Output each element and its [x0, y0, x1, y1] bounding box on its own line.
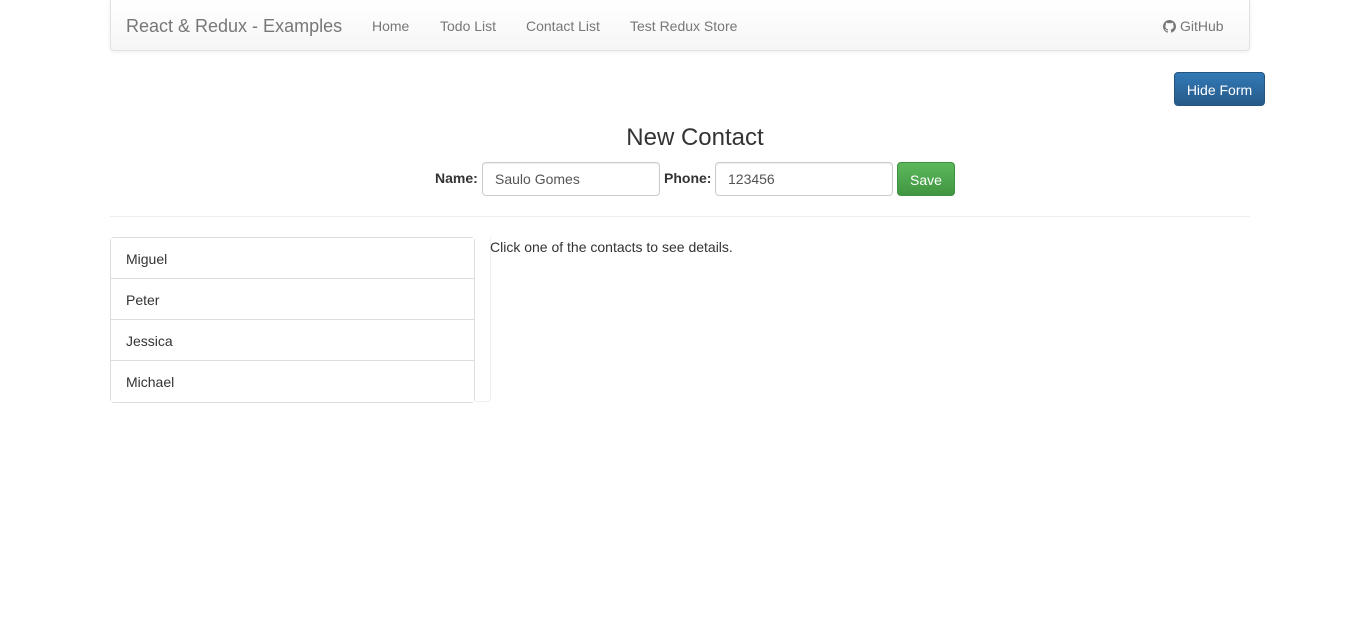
details-panel-edge	[475, 237, 491, 402]
navbar: React & Redux - Examples Home Todo List …	[110, 0, 1250, 51]
phone-input[interactable]	[715, 162, 893, 196]
github-link[interactable]: GitHub	[1163, 18, 1224, 34]
github-label: GitHub	[1180, 18, 1224, 34]
nav-todo-list[interactable]: Todo List	[440, 18, 496, 34]
save-button[interactable]: Save	[897, 162, 955, 196]
phone-label: Phone:	[664, 170, 712, 186]
github-icon	[1163, 19, 1176, 33]
name-input[interactable]	[482, 162, 660, 196]
nav-home[interactable]: Home	[372, 18, 409, 34]
form-title: New Contact	[626, 124, 764, 151]
contact-item-jessica[interactable]: Jessica	[111, 320, 474, 361]
contact-list: Miguel Peter Jessica Michael	[110, 237, 475, 403]
hide-form-button[interactable]: Hide Form	[1174, 72, 1265, 106]
contact-item-peter[interactable]: Peter	[111, 279, 474, 320]
name-label: Name:	[435, 170, 478, 186]
divider	[110, 216, 1250, 217]
nav-test-redux-store[interactable]: Test Redux Store	[630, 18, 737, 34]
contact-item-michael[interactable]: Michael	[111, 361, 474, 402]
contact-details-hint: Click one of the contacts to see details…	[490, 239, 733, 255]
brand-link[interactable]: React & Redux - Examples	[126, 16, 342, 37]
nav-contact-list[interactable]: Contact List	[526, 18, 600, 34]
contact-item-miguel[interactable]: Miguel	[111, 238, 474, 279]
